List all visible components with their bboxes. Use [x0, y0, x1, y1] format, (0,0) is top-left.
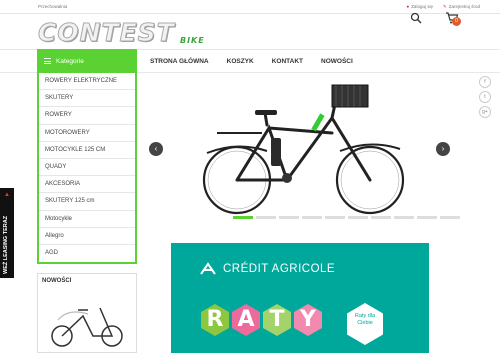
news-product-image[interactable] — [38, 288, 136, 348]
slider-dot[interactable] — [371, 216, 391, 219]
category-item[interactable]: SKUTERY — [39, 90, 135, 108]
slider-dot[interactable] — [417, 216, 437, 219]
news-title: NOWOŚCI — [42, 278, 72, 284]
slider-dot[interactable] — [279, 216, 299, 219]
raty-letter: A — [232, 304, 260, 336]
slider-dot[interactable] — [440, 216, 460, 219]
raty-tagline: Raty dla Ciebie — [347, 303, 383, 345]
slider-dot[interactable] — [233, 216, 253, 219]
slider-bike-image — [202, 84, 405, 215]
categories-header[interactable]: Kategorie — [37, 49, 137, 73]
raty-letter: R — [201, 304, 229, 336]
storage-link[interactable]: Przechowalnia — [38, 4, 67, 9]
category-item[interactable]: SKUTERY 125 cm — [39, 193, 135, 211]
arrow-up-icon: ▲ — [4, 192, 10, 198]
category-item[interactable]: QUADY — [39, 159, 135, 177]
ca-emblem-icon — [200, 262, 216, 275]
menu-icon — [44, 58, 51, 64]
top-bar: Przechowalnia ● Zaloguj się ✎ Zarejestruj … — [0, 0, 500, 14]
site-logo[interactable]: CONTEST BIKE — [38, 18, 204, 48]
category-item[interactable]: ROWERY — [39, 107, 135, 125]
nav-home[interactable]: STRONA GŁÓWNA — [150, 58, 209, 65]
main-nav: STRONA GŁÓWNA KOSZYK KONTAKT NOWOŚCI — [150, 49, 353, 73]
user-icon: ● — [406, 3, 410, 9]
slider-dots — [233, 216, 460, 219]
raty-letter: Y — [294, 304, 322, 336]
category-list: ROWERY ELEKTRYCZNE SKUTERY ROWERY MOTORO… — [37, 73, 137, 264]
facebook-share-icon[interactable]: f — [479, 76, 491, 88]
register-link[interactable]: ✎ Zarejestruj środ — [443, 4, 480, 10]
nav-cart[interactable]: KOSZYK — [227, 58, 254, 65]
leasing-tab[interactable]: ▲ WEŹ LEASING TERAZ — [0, 188, 14, 278]
raty-letter: T — [263, 304, 291, 336]
category-item[interactable]: MOTOCYKLE 125 CM — [39, 142, 135, 159]
category-item[interactable]: ROWERY ELEKTRYCZNE — [39, 73, 135, 91]
slider-dot[interactable] — [302, 216, 322, 219]
credit-agricole-banner[interactable]: CRÉDIT AGRICOLE R A T Y Raty dla Ciebie — [171, 243, 429, 353]
news-box: NOWOŚCI — [37, 273, 137, 353]
category-item[interactable]: Allegro — [39, 228, 135, 245]
category-item[interactable]: AKCESORIA — [39, 176, 135, 194]
slider-dot[interactable] — [325, 216, 345, 219]
slider-dot[interactable] — [348, 216, 368, 219]
raty-letters: R A T Y — [201, 304, 322, 336]
slider-prev-button[interactable]: ‹ — [149, 142, 163, 156]
twitter-share-icon[interactable]: t — [479, 91, 491, 103]
login-link[interactable]: ● Zaloguj się — [406, 4, 432, 10]
nav-contact[interactable]: KONTAKT — [272, 58, 303, 65]
cart-count-badge: 0 — [452, 17, 461, 26]
category-item[interactable]: AGD — [39, 245, 135, 262]
pencil-icon: ✎ — [442, 3, 447, 9]
credit-agricole-logo: CRÉDIT AGRICOLE — [199, 262, 335, 276]
header: CONTEST BIKE — [0, 14, 500, 51]
category-item[interactable]: Motocykle — [39, 211, 135, 228]
slider-dot[interactable] — [256, 216, 276, 219]
nav-news[interactable]: NOWOŚCI — [321, 58, 353, 65]
search-icon[interactable] — [410, 12, 422, 24]
googleplus-share-icon[interactable]: g+ — [479, 106, 491, 118]
category-item[interactable]: MOTOROWERY — [39, 125, 135, 142]
slider-dot[interactable] — [394, 216, 414, 219]
